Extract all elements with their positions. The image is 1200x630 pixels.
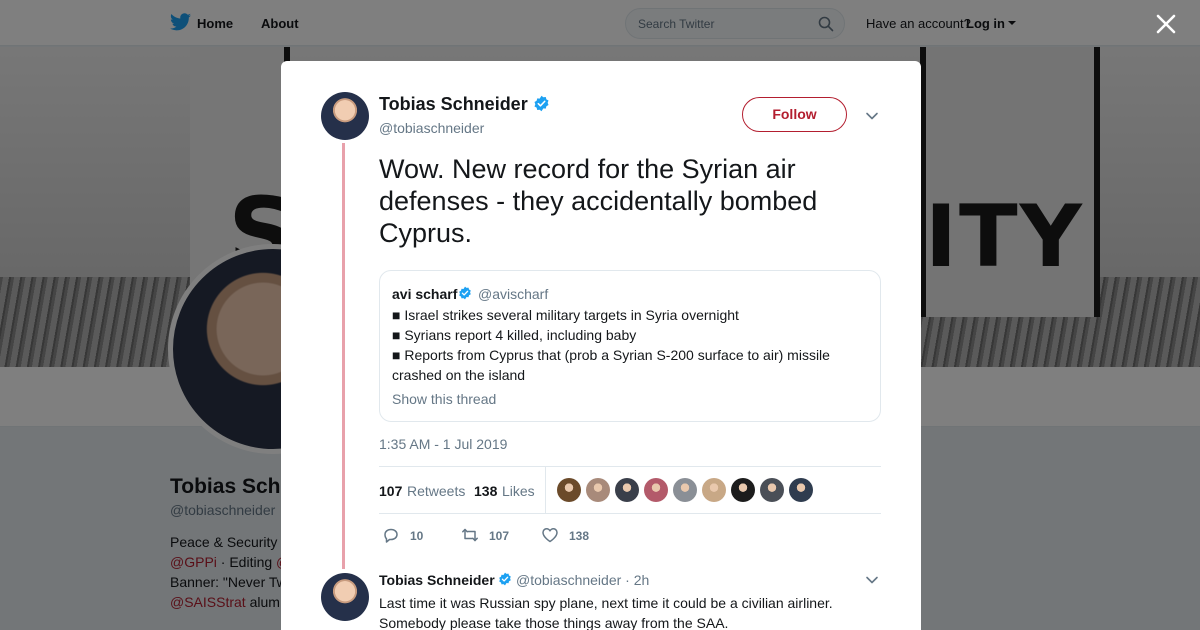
show-thread-link[interactable]: Show this thread [392, 391, 496, 407]
liker-avatar[interactable] [702, 478, 726, 502]
verified-badge-icon [459, 286, 471, 300]
quoted-text-line: ■ Syrians report 4 killed, including bab… [392, 327, 637, 343]
reply-icon[interactable] [382, 526, 400, 544]
heart-icon[interactable] [541, 526, 559, 544]
liker-avatar[interactable] [615, 478, 639, 502]
reply-author-meta[interactable]: @tobiaschneider · 2h [516, 572, 649, 588]
verified-badge-icon [499, 572, 511, 586]
liker-avatar[interactable] [644, 478, 668, 502]
retweet-icon[interactable] [461, 526, 479, 544]
quoted-tweet[interactable]: avi scharf @avischarf ■ Israel strikes s… [379, 270, 881, 422]
reply-author-handle[interactable]: @tobiaschneider [516, 572, 621, 588]
tweet-author-name[interactable]: Tobias Schneider [379, 94, 528, 115]
quoted-text-line: ■ Reports from Cyprus that (prob a Syria… [392, 347, 830, 383]
reply-age[interactable]: · 2h [625, 572, 649, 588]
liker-avatar[interactable] [789, 478, 813, 502]
liker-avatar[interactable] [760, 478, 784, 502]
chevron-down-icon[interactable] [865, 109, 879, 123]
liker-avatar[interactable] [673, 478, 697, 502]
liker-avatar[interactable] [586, 478, 610, 502]
quoted-text-line: ■ Israel strikes several military target… [392, 307, 739, 323]
avatar[interactable] [321, 92, 369, 140]
tweet-author-handle[interactable]: @tobiaschneider [379, 120, 484, 136]
liker-avatar[interactable] [731, 478, 755, 502]
tweet-timestamp[interactable]: 1:35 AM - 1 Jul 2019 [379, 436, 507, 452]
close-icon[interactable] [1155, 13, 1177, 35]
reply-count: 10 [410, 529, 424, 543]
thread-connector-line [342, 143, 345, 569]
reply-author-name[interactable]: Tobias Schneider [379, 572, 495, 588]
follow-button[interactable]: Follow [742, 97, 847, 132]
like-count[interactable]: 138 [474, 483, 497, 499]
tweet-stats: 107 Retweets 138 Likes [379, 466, 881, 514]
tweet-modal: Tobias Schneider @tobiaschneider Follow … [281, 61, 921, 630]
tweet-text: Wow. New record for the Syrian air defen… [379, 154, 818, 248]
liker-avatar[interactable] [557, 478, 581, 502]
retweet-count[interactable]: 107 [379, 483, 402, 499]
chevron-down-icon[interactable] [865, 573, 879, 587]
retweet-action-count: 107 [489, 529, 510, 543]
likes-label[interactable]: Likes [502, 483, 535, 499]
retweets-label[interactable]: Retweets [407, 483, 465, 499]
verified-badge-icon [534, 95, 549, 112]
reply-text: Last time it was Russian spy plane, next… [379, 595, 833, 630]
quoted-author-handle: @avischarf [478, 286, 549, 302]
quoted-author-name: avi scharf [392, 286, 458, 302]
avatar[interactable] [321, 573, 369, 621]
stats-divider [545, 467, 546, 513]
like-action-count: 138 [569, 529, 590, 543]
